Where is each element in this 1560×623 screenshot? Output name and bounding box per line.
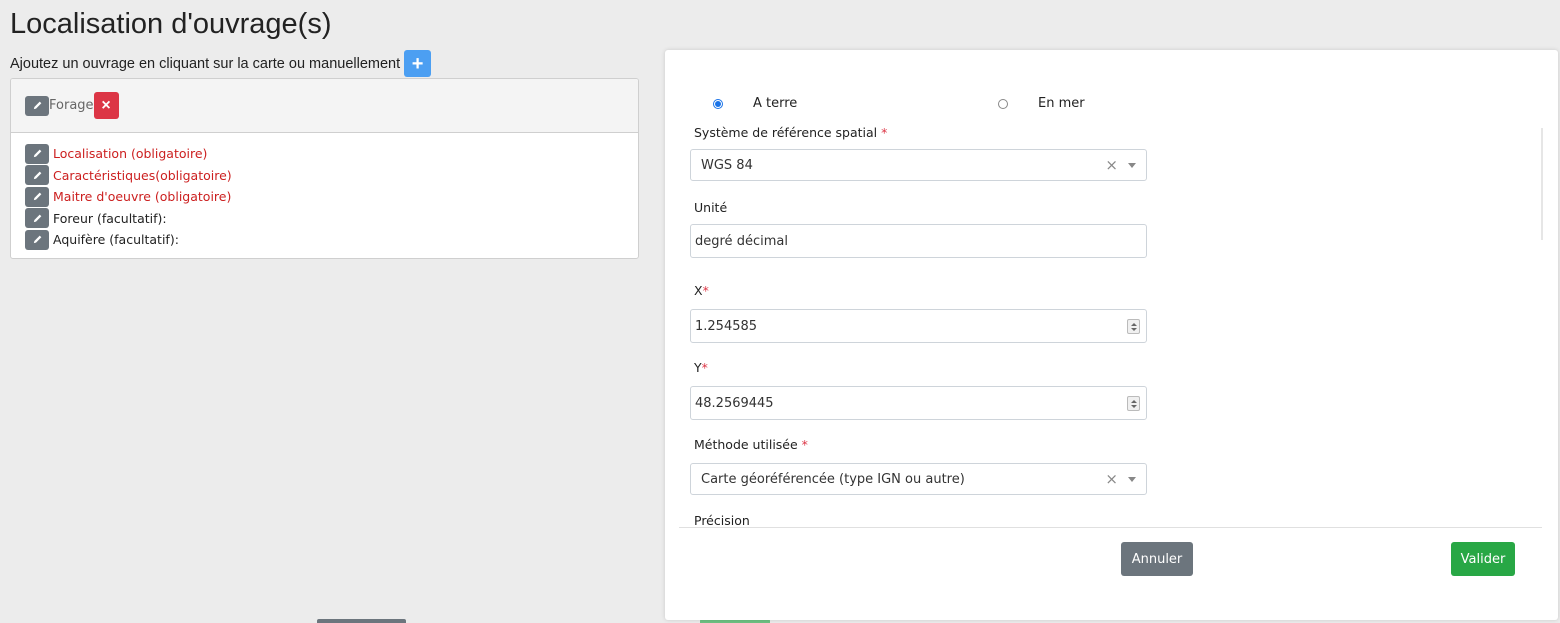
edit-ouvrage-button[interactable]	[25, 95, 49, 116]
ouvrage-card: Forage × Localisation (obligatoire) Cara…	[10, 78, 639, 259]
valider-button[interactable]: Valider	[1451, 542, 1515, 576]
subtitle-text: Ajoutez un ouvrage en cliquant sur la ca…	[10, 55, 401, 72]
pencil-icon	[33, 214, 41, 222]
radio-en-mer[interactable]	[998, 98, 1008, 109]
add-ouvrage-button[interactable]: +	[404, 50, 432, 77]
x-value: 1.254585	[695, 318, 758, 334]
clear-icon[interactable]: ×	[1105, 470, 1118, 488]
edit-localisation-button[interactable]	[25, 143, 49, 164]
edit-caracteristiques-button[interactable]	[25, 165, 49, 186]
radio-en-mer-row: En mer	[998, 96, 1085, 111]
pencil-icon	[33, 192, 41, 201]
list-item: Localisation (obligatoire)	[25, 143, 638, 165]
y-value: 48.2569445	[695, 395, 774, 411]
stepper-icon[interactable]	[1127, 396, 1140, 411]
localisation-modal: A terre En mer Système de référence spat…	[665, 50, 1558, 620]
annuler-button[interactable]: Annuler	[1121, 542, 1193, 576]
unite-label: Unité	[694, 200, 728, 215]
list-item: Foreur (facultatif):	[25, 208, 638, 230]
list-item: Maitre d'oeuvre (obligatoire)	[25, 186, 638, 208]
list-item: Aquifère (facultatif):	[25, 229, 638, 251]
scrollbar[interactable]	[1541, 128, 1543, 240]
chevron-down-icon	[1128, 477, 1136, 482]
clear-icon[interactable]: ×	[1105, 156, 1118, 174]
chevron-down-icon	[1128, 163, 1136, 168]
modal-divider	[679, 527, 1542, 528]
item-label-localisation: Localisation (obligatoire)	[53, 146, 208, 162]
pencil-icon	[33, 235, 41, 244]
unite-field[interactable]: degré décimal	[690, 224, 1147, 258]
methode-select-value: Carte géoréférencée (type IGN ou autre)	[701, 471, 965, 487]
edit-foreur-button[interactable]	[25, 208, 49, 229]
systeme-select[interactable]: WGS 84 ×	[690, 149, 1147, 181]
radio-a-terre-label: A terre	[753, 96, 798, 111]
edit-aquifere-button[interactable]	[25, 229, 49, 250]
page-title: Localisation d'ouvrage(s)	[10, 8, 332, 40]
pencil-icon	[33, 149, 41, 158]
systeme-label: Système de référence spatial *	[694, 125, 888, 140]
subtitle-row: Ajoutez un ouvrage en cliquant sur la ca…	[10, 50, 432, 77]
list-item: Caractéristiques(obligatoire)	[25, 165, 638, 187]
y-field[interactable]: 48.2569445	[690, 386, 1147, 420]
systeme-select-value: WGS 84	[701, 157, 753, 173]
ouvrage-card-header: Forage ×	[11, 79, 638, 133]
modal-form: A terre En mer Système de référence spat…	[665, 50, 1543, 527]
radio-a-terre-row: A terre	[713, 96, 797, 111]
x-label: X*	[694, 283, 709, 298]
x-field[interactable]: 1.254585	[690, 309, 1147, 343]
radio-en-mer-label: En mer	[1038, 96, 1085, 111]
precision-label: Précision	[694, 513, 750, 527]
delete-ouvrage-button[interactable]: ×	[93, 92, 119, 119]
methode-label: Méthode utilisée *	[694, 437, 808, 452]
stepper-icon[interactable]	[1127, 319, 1140, 334]
pencil-icon	[33, 101, 41, 110]
item-label-foreur: Foreur (facultatif):	[53, 210, 167, 226]
edit-maitre-oeuvre-button[interactable]	[25, 186, 49, 207]
item-label-caracteristiques: Caractéristiques(obligatoire)	[53, 167, 232, 183]
pencil-icon	[33, 171, 41, 179]
unite-value: degré décimal	[695, 233, 788, 249]
radio-a-terre[interactable]	[713, 98, 723, 109]
item-label-aquifere: Aquifère (facultatif):	[53, 232, 179, 248]
methode-select[interactable]: Carte géoréférencée (type IGN ou autre) …	[690, 463, 1147, 495]
background-button-peek	[317, 619, 406, 623]
ouvrage-items-list: Localisation (obligatoire) Caractéristiq…	[11, 133, 638, 251]
ouvrage-type-label: Forage	[49, 98, 94, 113]
y-label: Y*	[694, 360, 708, 375]
item-label-maitre-oeuvre: Maitre d'oeuvre (obligatoire)	[53, 189, 232, 205]
